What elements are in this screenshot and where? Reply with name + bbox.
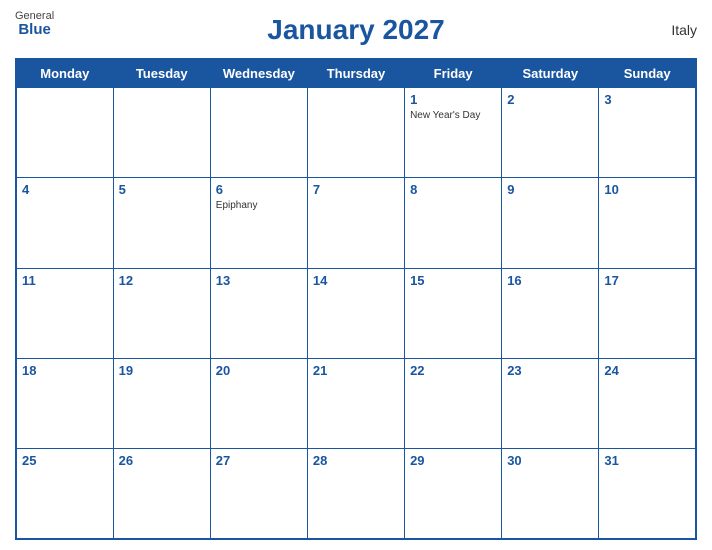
calendar-container: General Blue January 2027 Italy Monday T…	[0, 0, 712, 550]
calendar-cell: 30	[502, 449, 599, 539]
header-wednesday: Wednesday	[210, 59, 307, 88]
calendar-cell: 16	[502, 268, 599, 358]
calendar-cell: 6Epiphany	[210, 178, 307, 268]
calendar-cell: 7	[307, 178, 404, 268]
day-number: 6	[216, 181, 302, 199]
calendar-cell: 9	[502, 178, 599, 268]
day-number: 22	[410, 362, 496, 380]
calendar-cell: 18	[16, 358, 113, 448]
day-number: 4	[22, 181, 108, 199]
day-number: 28	[313, 452, 399, 470]
day-number: 25	[22, 452, 108, 470]
week-row-1: 1New Year's Day 23	[16, 88, 696, 178]
holiday-label: Epiphany	[216, 200, 302, 212]
day-number: 30	[507, 452, 593, 470]
calendar-cell	[307, 88, 404, 178]
calendar-cell	[113, 88, 210, 178]
day-number: 16	[507, 272, 593, 290]
day-number: 10	[604, 181, 690, 199]
calendar-header: General Blue January 2027 Italy	[15, 10, 697, 50]
calendar-cell: 25	[16, 449, 113, 539]
logo-blue-text: Blue	[18, 22, 51, 39]
day-number: 12	[119, 272, 205, 290]
day-number: 11	[22, 272, 108, 290]
week-row-3: 11 12 13 14 15 16 17	[16, 268, 696, 358]
header-thursday: Thursday	[307, 59, 404, 88]
calendar-cell: 11	[16, 268, 113, 358]
country-label: Italy	[671, 22, 697, 38]
calendar-cell: 19	[113, 358, 210, 448]
calendar-cell: 29	[405, 449, 502, 539]
day-number: 15	[410, 272, 496, 290]
day-number: 21	[313, 362, 399, 380]
calendar-cell: 12	[113, 268, 210, 358]
calendar-cell: 23	[502, 358, 599, 448]
week-row-4: 18 19 20 21 22 23 24	[16, 358, 696, 448]
calendar-cell: 24	[599, 358, 696, 448]
day-number: 24	[604, 362, 690, 380]
day-number: 29	[410, 452, 496, 470]
calendar-cell: 8	[405, 178, 502, 268]
day-number: 7	[313, 181, 399, 199]
calendar-cell: 27	[210, 449, 307, 539]
calendar-cell: 20	[210, 358, 307, 448]
day-number: 5	[119, 181, 205, 199]
calendar-cell: 13	[210, 268, 307, 358]
header-saturday: Saturday	[502, 59, 599, 88]
calendar-cell: 4	[16, 178, 113, 268]
holiday-label: New Year's Day	[410, 110, 496, 122]
calendar-cell: 3	[599, 88, 696, 178]
calendar-cell	[16, 88, 113, 178]
calendar-cell: 31	[599, 449, 696, 539]
calendar-cell: 28	[307, 449, 404, 539]
day-number: 17	[604, 272, 690, 290]
calendar-cell: 10	[599, 178, 696, 268]
day-number: 19	[119, 362, 205, 380]
week-row-5: 25 26 27 28 29 30 31	[16, 449, 696, 539]
calendar-title: January 2027	[267, 14, 444, 46]
calendar-cell: 5	[113, 178, 210, 268]
day-number: 14	[313, 272, 399, 290]
day-number: 2	[507, 91, 593, 109]
calendar-cell: 21	[307, 358, 404, 448]
logo: General Blue	[15, 10, 54, 39]
header-friday: Friday	[405, 59, 502, 88]
day-number: 1	[410, 91, 496, 109]
day-number: 26	[119, 452, 205, 470]
day-number: 27	[216, 452, 302, 470]
day-number: 8	[410, 181, 496, 199]
weekday-header-row: Monday Tuesday Wednesday Thursday Friday…	[16, 59, 696, 88]
calendar-cell: 1New Year's Day	[405, 88, 502, 178]
day-number: 18	[22, 362, 108, 380]
calendar-cell: 26	[113, 449, 210, 539]
day-number: 3	[604, 91, 690, 109]
calendar-cell	[210, 88, 307, 178]
day-number: 20	[216, 362, 302, 380]
calendar-cell: 15	[405, 268, 502, 358]
calendar-cell: 14	[307, 268, 404, 358]
day-number: 9	[507, 181, 593, 199]
calendar-cell: 2	[502, 88, 599, 178]
header-monday: Monday	[16, 59, 113, 88]
day-number: 13	[216, 272, 302, 290]
week-row-2: 456Epiphany78910	[16, 178, 696, 268]
header-sunday: Sunday	[599, 59, 696, 88]
calendar-table: Monday Tuesday Wednesday Thursday Friday…	[15, 58, 697, 540]
day-number: 23	[507, 362, 593, 380]
calendar-cell: 22	[405, 358, 502, 448]
calendar-cell: 17	[599, 268, 696, 358]
day-number: 31	[604, 452, 690, 470]
header-tuesday: Tuesday	[113, 59, 210, 88]
